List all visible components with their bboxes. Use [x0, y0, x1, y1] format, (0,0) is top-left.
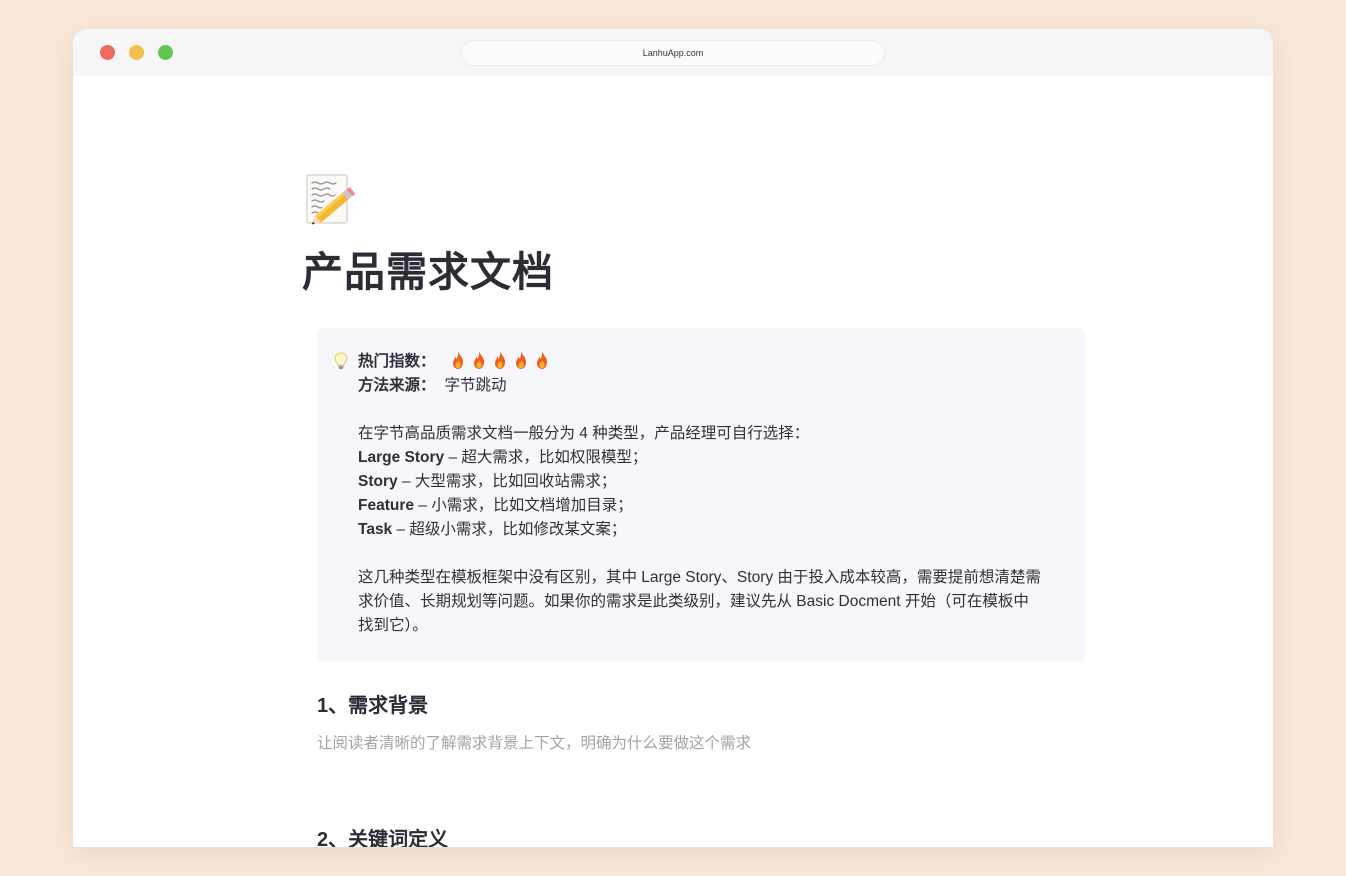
minimize-window-button[interactable] — [129, 45, 144, 60]
type-desc: – 超大需求，比如权限模型； — [444, 449, 648, 466]
source-value: 字节跳动 — [444, 377, 507, 394]
type-item-large-story: Large Story – 超大需求，比如权限模型； — [358, 446, 1070, 470]
note-line: 求价值、长期规划等问题。如果你的需求是此类级别，建议先从 Basic Docme… — [358, 593, 1029, 610]
section-heading-keywords: 2、关键词定义 — [317, 829, 449, 847]
hot-index-row: 热门指数： — [358, 350, 1070, 374]
source-label: 方法来源： — [358, 377, 436, 394]
type-name: Large Story — [358, 449, 445, 466]
address-bar-url: LanhuApp.com — [642, 48, 704, 58]
note-line: 这几种类型在模板框架中没有区别，其中 Large Story、Story 由于投… — [358, 569, 1041, 586]
close-window-button[interactable] — [100, 45, 115, 60]
fire-icon — [452, 351, 463, 369]
note-line: 找到它）。 — [358, 617, 428, 634]
title-bar: LanhuApp.com — [73, 29, 1273, 76]
page-title: 产品需求文档 — [302, 249, 554, 295]
type-desc: – 超级小需求，比如修改某文案； — [392, 521, 627, 538]
type-desc: – 大型需求，比如回收站需求； — [397, 473, 617, 490]
source-row: 方法来源： 字节跳动 — [358, 374, 1070, 398]
type-item-story: Story – 大型需求，比如回收站需求； — [358, 470, 1070, 494]
fire-icon — [494, 351, 505, 369]
fire-icon — [515, 351, 526, 369]
type-item-task: Task – 超级小需求，比如修改某文案； — [358, 518, 1070, 542]
type-desc: – 小需求，比如文档增加目录； — [414, 497, 633, 514]
fire-icon — [473, 351, 484, 369]
browser-window: LanhuApp.com 产品需求文档 热门指数： 方法来源： 字节跳动 在字节… — [73, 29, 1273, 847]
hot-index-rating — [445, 351, 553, 370]
fire-icon — [536, 351, 547, 369]
maximize-window-button[interactable] — [158, 45, 173, 60]
type-name: Feature — [358, 497, 414, 514]
type-name: Task — [358, 521, 393, 538]
address-bar[interactable]: LanhuApp.com — [461, 40, 885, 66]
section-description-background: 让阅读者清晰的了解需求背景上下文，明确为什么要做这个需求 — [317, 735, 752, 752]
memo-pencil-icon — [306, 174, 355, 225]
document-page: 产品需求文档 热门指数： 方法来源：字节跳动 在字节高品质需求文档一般分为 4 — [73, 76, 1273, 847]
type-item-feature: Feature – 小需求，比如文档增加目录； — [358, 494, 1070, 518]
hot-index-label: 热门指数： — [358, 353, 436, 370]
section-heading-background: 1、需求背景 — [317, 695, 429, 717]
intro-text: 在字节高品质需求文档一般分为 4 种类型，产品经理可自行选择： — [358, 425, 810, 442]
type-name: Story — [358, 473, 398, 490]
lightbulb-icon — [334, 352, 348, 369]
callout-block: 热门指数： 方法来源： 字节跳动 在字节高品质需求文档一般分为 4 种类型，产品经… — [317, 328, 1085, 662]
callout-content: 热门指数： 方法来源： 字节跳动 在字节高品质需求文档一般分为 4 种类型，产品经… — [358, 350, 1070, 638]
